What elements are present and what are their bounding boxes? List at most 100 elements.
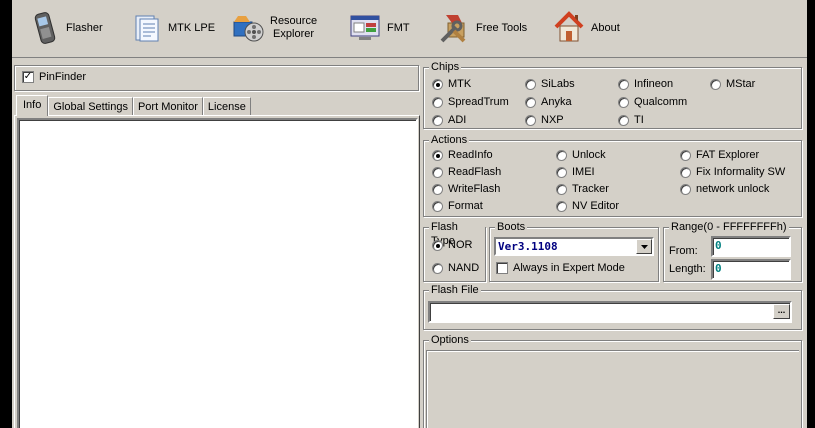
action-fat-explorer-radio[interactable]: FAT Explorer <box>680 148 759 162</box>
chip-nxp-label: NXP <box>541 114 564 126</box>
free-tools-button[interactable]: Free Tools <box>438 8 527 48</box>
tab-global-settings[interactable]: Global Settings <box>48 97 133 115</box>
radio-dot <box>618 96 629 108</box>
radio-dot <box>432 78 443 90</box>
left-tabs: Info Global Settings Port Monitor Licens… <box>16 95 251 116</box>
chip-adi-radio[interactable]: ADI <box>432 113 466 127</box>
phone-icon <box>34 12 56 44</box>
expert-mode-check-box <box>496 262 508 274</box>
action-fix-informality-radio[interactable]: Fix Informality SW <box>680 165 785 179</box>
boots-version-value: Ver3.1108 <box>498 240 558 253</box>
radio-dot <box>432 183 443 195</box>
action-readflash-label: ReadFlash <box>448 166 502 178</box>
action-writeflash-label: WriteFlash <box>448 183 501 195</box>
chip-ti-radio[interactable]: TI <box>618 113 644 127</box>
chip-mtk-label: MTK <box>448 78 472 90</box>
action-fat-explorer-label: FAT Explorer <box>696 149 760 161</box>
fmt-button[interactable]: FMT <box>349 8 410 48</box>
boots-version-select[interactable]: Ver3.1108 <box>494 237 654 256</box>
range-length-input[interactable]: 0 <box>711 259 791 280</box>
action-readflash-radio[interactable]: ReadFlash <box>432 165 501 179</box>
radio-dot <box>525 96 536 108</box>
chip-mtk-radio[interactable]: MTK <box>432 77 471 91</box>
radio-dot <box>680 166 691 178</box>
action-tracker-radio[interactable]: Tracker <box>556 182 609 196</box>
radio-dot <box>556 149 567 161</box>
film-reel-icon <box>233 16 264 42</box>
boots-title: Boots <box>495 220 528 234</box>
range-length-label: Length: <box>669 263 706 275</box>
about-button[interactable]: About <box>553 8 620 48</box>
flasher-label: Flasher <box>66 21 103 34</box>
info-log-area[interactable] <box>17 118 418 428</box>
options-panel <box>426 350 799 428</box>
action-readinfo-radio[interactable]: ReadInfo <box>432 148 493 162</box>
flash-file-title: Flash File <box>429 283 481 297</box>
home-icon <box>554 11 584 42</box>
radio-dot <box>680 183 691 195</box>
action-nv-editor-label: NV Editor <box>572 200 620 212</box>
tab-port-monitor[interactable]: Port Monitor <box>132 97 203 115</box>
radio-dot <box>556 200 567 212</box>
chip-silabs-label: SiLabs <box>541 78 575 90</box>
mtk-lpe-label: MTK LPE <box>168 21 216 34</box>
chip-spreadtrum-radio[interactable]: SpreadTrum <box>432 95 509 109</box>
flash-type-nand-radio[interactable]: NAND <box>432 261 479 275</box>
free-tools-label: Free Tools <box>476 21 528 34</box>
action-nv-editor-radio[interactable]: NV Editor <box>556 199 619 213</box>
dropdown-arrow-icon[interactable] <box>636 239 652 254</box>
action-unlock-radio[interactable]: Unlock <box>556 148 606 162</box>
flash-type-nor-radio[interactable]: NOR <box>432 238 472 252</box>
radio-dot <box>525 78 536 90</box>
radio-dot <box>618 78 629 90</box>
chip-qualcomm-label: Qualcomm <box>634 96 688 108</box>
action-unlock-label: Unlock <box>572 149 606 161</box>
radio-dot <box>432 239 443 251</box>
resource-explorer-button[interactable]: Resource Explorer <box>232 8 317 48</box>
radio-dot <box>432 96 443 108</box>
chip-silabs-radio[interactable]: SiLabs <box>525 77 575 91</box>
radio-dot <box>680 149 691 161</box>
radio-dot <box>432 114 443 126</box>
chip-anyka-radio[interactable]: Anyka <box>525 95 572 109</box>
actions-title: Actions <box>429 133 470 147</box>
radio-dot <box>618 114 629 126</box>
expert-mode-checkbox[interactable]: Always in Expert Mode <box>496 261 625 275</box>
chip-anyka-label: Anyka <box>541 96 572 108</box>
chip-ti-label: TI <box>634 114 644 126</box>
chip-nxp-radio[interactable]: NXP <box>525 113 564 127</box>
pinfinder-check-mark: ✓ <box>22 71 34 83</box>
tools-icon <box>440 15 466 43</box>
action-network-unlock-radio[interactable]: network unlock <box>680 182 769 196</box>
chip-mstar-label: MStar <box>726 78 756 90</box>
action-writeflash-radio[interactable]: WriteFlash <box>432 182 500 196</box>
action-imei-radio[interactable]: IMEI <box>556 165 595 179</box>
action-fix-informality-label: Fix Informality SW <box>696 166 786 178</box>
chip-qualcomm-radio[interactable]: Qualcomm <box>618 95 687 109</box>
radio-dot <box>432 149 443 161</box>
tab-info[interactable]: Info <box>16 95 49 116</box>
radio-dot <box>432 200 443 212</box>
range-from-input[interactable]: 0 <box>711 236 791 257</box>
flasher-button[interactable]: Flasher <box>32 8 103 48</box>
options-title: Options <box>429 333 471 347</box>
chip-mstar-radio[interactable]: MStar <box>710 77 755 91</box>
action-format-radio[interactable]: Format <box>432 199 483 213</box>
action-format-label: Format <box>448 200 483 212</box>
radio-dot <box>525 114 536 126</box>
tab-license[interactable]: License <box>202 97 251 115</box>
range-length-value: 0 <box>715 262 722 275</box>
action-readinfo-label: ReadInfo <box>448 149 493 161</box>
chips-title: Chips <box>429 60 462 74</box>
monitor-icon <box>350 15 380 40</box>
chip-infineon-radio[interactable]: Infineon <box>618 77 673 91</box>
fmt-label: FMT <box>387 21 410 34</box>
pinfinder-checkbox[interactable]: ✓ PinFinder <box>22 70 86 84</box>
about-label: About <box>591 21 620 34</box>
browse-file-button[interactable]: ... <box>773 304 790 319</box>
pinfinder-label: PinFinder <box>39 71 87 83</box>
mtk-lpe-button[interactable]: MTK LPE <box>132 8 215 48</box>
flash-file-input[interactable] <box>428 301 792 323</box>
radio-dot <box>556 166 567 178</box>
range-title: Range(0 - FFFFFFFFh) <box>669 220 789 234</box>
